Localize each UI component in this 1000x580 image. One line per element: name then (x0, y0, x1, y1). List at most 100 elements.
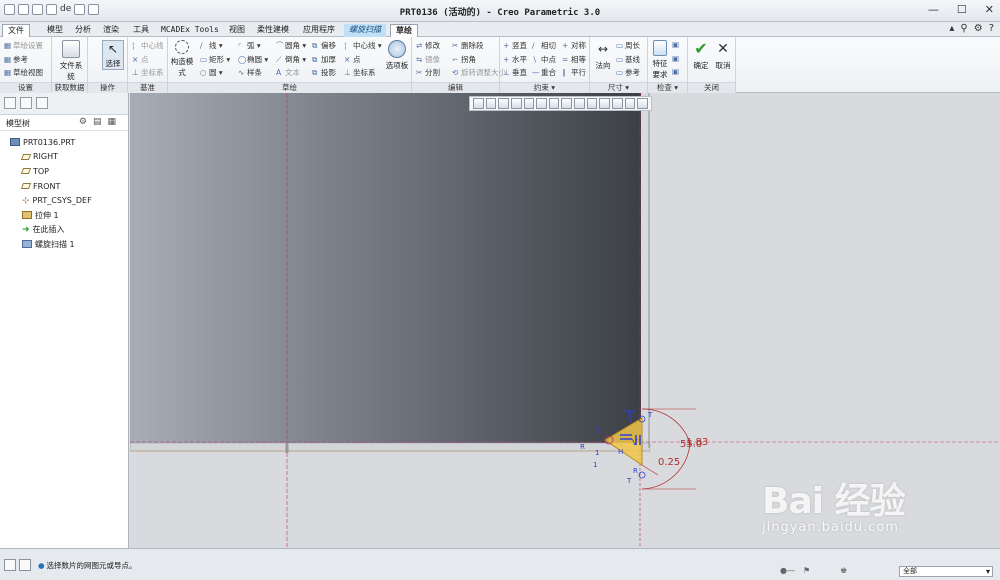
project-button[interactable]: ⧉ 投影 (312, 67, 336, 78)
spline-button[interactable]: ∿ 样条 (238, 67, 262, 78)
tab-sketch[interactable]: 草绘 (390, 24, 418, 37)
selection-filter-dropdown[interactable]: 全部 (899, 566, 993, 577)
tab-flexible-modeling[interactable]: 柔性建模 (252, 24, 294, 37)
baseline-button[interactable]: ▭ 基线 (616, 54, 640, 65)
chamfer-button[interactable]: ⟋ 倒角 ▾ (276, 54, 306, 65)
palette-button[interactable]: 选项板 (384, 40, 410, 71)
centerline-button[interactable]: ¦ 中心线 ▾ (344, 40, 382, 51)
perpendicular-constraint-button[interactable]: ⊥ 垂直 (503, 67, 527, 78)
regen-status-icon[interactable]: ●― (780, 566, 795, 575)
rectangle-button[interactable]: ▭ 矩形 ▾ (200, 54, 230, 65)
refit-icon[interactable] (473, 98, 484, 109)
minimize-icon[interactable]: — (928, 3, 939, 16)
select-button[interactable]: ↖ 选择 (102, 40, 124, 70)
tab-helical-sweep[interactable]: 螺旋扫描 (344, 24, 386, 37)
symmetric-constraint-button[interactable]: + 对称 (562, 40, 586, 51)
saved-orientations-icon[interactable] (536, 98, 547, 109)
mirror-button[interactable]: ⇋ 镜像 (416, 54, 440, 65)
fillet-button[interactable]: ⌒ 圆角 ▾ (276, 40, 306, 51)
close-icon[interactable]: ✕ (985, 3, 994, 16)
tree-node-right[interactable]: RIGHT (0, 150, 128, 165)
smart-select-icon[interactable]: ♚ (840, 566, 847, 575)
sketch-setup-button[interactable]: ▦ 草绘设置 (4, 40, 43, 51)
perspective-icon[interactable] (561, 98, 573, 109)
midpoint-constraint-button[interactable]: ∖ 中点 (532, 54, 556, 65)
corner-button[interactable]: ⌐ 拐角 (452, 54, 476, 65)
csys-button[interactable]: ⊥ 坐标系 (344, 67, 376, 78)
repaint-icon[interactable] (510, 98, 522, 109)
rotate-resize-button[interactable]: ⟲ 旋转调整大小 (452, 67, 506, 78)
centerline-datum-button[interactable]: ¦ 中心线 (132, 40, 164, 51)
inspect-icon-2[interactable]: ▣ (672, 54, 681, 63)
reference-dim-button[interactable]: ▭ 参考 (616, 67, 640, 78)
arc-button[interactable]: ◜ 弧 ▾ (238, 40, 261, 51)
tab-applications[interactable]: 应用程序 (298, 24, 340, 37)
tab-tools[interactable]: 工具 (128, 24, 154, 37)
point-datum-button[interactable]: × 点 (132, 54, 149, 65)
ellipse-button[interactable]: ◯椭圆 ▾ (238, 54, 268, 65)
sketch-filter-icon[interactable] (637, 98, 648, 109)
spin-center-icon[interactable] (599, 98, 611, 109)
point-button[interactable]: × 点 (344, 54, 361, 65)
modify-button[interactable]: ⇌ 修改 (416, 40, 440, 51)
feature-requirements-button[interactable]: 特征要求 (650, 40, 670, 80)
sketch-orientation-icon[interactable] (612, 98, 623, 109)
tab-model[interactable]: 模型 (42, 24, 68, 37)
sketch-view-button[interactable]: ▦ 草绘视图 (4, 67, 43, 78)
tree-node-helical-sweep[interactable]: 螺旋扫描 1 (0, 237, 128, 252)
regenerate-icon[interactable] (46, 4, 57, 15)
tree-columns-icon[interactable]: ▤ (93, 117, 108, 127)
tab-analysis[interactable]: 分析 (70, 24, 96, 37)
ok-button[interactable]: ✔ 确定 (690, 40, 712, 71)
display-style-icon[interactable] (523, 98, 535, 109)
circle-button[interactable]: ○ 圆 ▾ (200, 67, 223, 78)
search-icon[interactable]: ⚲ (960, 23, 967, 34)
delete-segment-button[interactable]: ✂ 删除段 (452, 40, 484, 51)
tab-file[interactable]: 文件 (2, 24, 30, 37)
undo-icon[interactable] (74, 4, 86, 15)
horizontal-constraint-button[interactable]: + 水平 (503, 54, 527, 65)
normal-dimension-button[interactable]: ↔ 法向 (592, 40, 614, 71)
inspect-icon-1[interactable]: ▣ (672, 40, 681, 49)
thicken-button[interactable]: ⧉ 加厚 (312, 54, 336, 65)
favorites-icon[interactable] (36, 97, 48, 109)
tree-node-csys[interactable]: ⊹ PRT_CSYS_DEF (0, 193, 128, 208)
csys-datum-button[interactable]: ⊥ 坐标系 (132, 67, 164, 78)
undo-label[interactable]: de (60, 4, 71, 15)
zoom-in-icon[interactable] (485, 98, 497, 109)
graphics-window[interactable]: 55.0 1.83 0.25 T T T R R 1 1 H V T Bai 经… (130, 93, 1000, 548)
open-file-icon[interactable] (18, 4, 29, 15)
perimeter-button[interactable]: ▭ 周长 (616, 40, 640, 51)
references-button[interactable]: ▦ 参考 (4, 54, 28, 65)
tree-node-front[interactable]: FRONT (0, 179, 128, 194)
folder-browser-icon[interactable] (20, 97, 32, 109)
tab-view[interactable]: 视图 (224, 24, 250, 37)
offset-button[interactable]: ⧉ 偏移 (312, 40, 336, 51)
equal-constraint-button[interactable]: = 相等 (562, 54, 586, 65)
tree-node-top[interactable]: TOP (0, 164, 128, 179)
view-manager-icon[interactable] (548, 98, 560, 109)
settings-icon[interactable]: ⚙ (974, 23, 983, 34)
tangent-constraint-button[interactable]: ∕ 相切 (532, 40, 556, 51)
tree-node-extrude[interactable]: 拉伸 1 (0, 208, 128, 223)
file-system-button[interactable]: 文件系统 (58, 40, 84, 82)
zoom-out-icon[interactable] (498, 98, 509, 109)
toggle-browser-icon[interactable] (19, 559, 31, 571)
model-tree-tab-icon[interactable] (4, 97, 16, 109)
sketcher-display-icon[interactable] (624, 98, 636, 109)
line-button[interactable]: ∕ 线 ▾ (200, 40, 223, 51)
tree-filter-icon[interactable]: ▦ (107, 117, 122, 127)
tree-settings-icon[interactable]: ⚙ (79, 117, 93, 127)
close-window-icon[interactable] (88, 4, 100, 15)
construction-mode-button[interactable]: 构造模式 (170, 40, 194, 78)
dimension-label-height[interactable]: 1.83 (686, 437, 708, 448)
tree-node-part[interactable]: PRT0136.PRT (0, 135, 128, 150)
maximize-icon[interactable]: ☐ (957, 3, 967, 16)
expand-icon[interactable]: ▴ (949, 23, 954, 34)
text-button[interactable]: A 文本 (276, 67, 300, 78)
inspect-icon-3[interactable]: ▣ (672, 67, 681, 76)
parallel-constraint-button[interactable]: ∥ 平行 (562, 67, 586, 78)
flag-icon[interactable]: ⚑ (803, 566, 810, 575)
dimension-label-offset[interactable]: 0.25 (658, 457, 680, 468)
vertical-constraint-button[interactable]: + 竖直 (503, 40, 527, 51)
